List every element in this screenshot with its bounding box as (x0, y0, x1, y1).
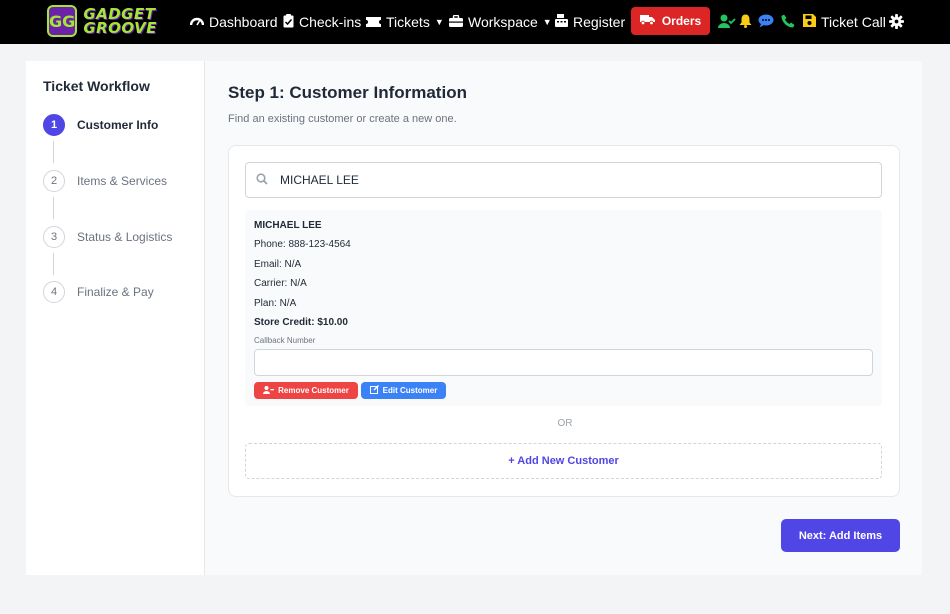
page-subtitle: Find an existing customer or create a ne… (228, 113, 457, 125)
customer-carrier: Carrier: N/A (254, 278, 307, 289)
customer-name: MICHAEL LEE (254, 220, 322, 231)
remove-customer-label: Remove Customer (278, 386, 349, 395)
step-label: Finalize & Pay (77, 285, 154, 299)
edit-customer-button[interactable]: Edit Customer (361, 382, 446, 399)
sidebar-title: Ticket Workflow (43, 78, 150, 94)
logo-line-2: GROOVE (83, 19, 157, 37)
step-label: Items & Services (77, 174, 168, 188)
step-connector (53, 197, 54, 219)
user-minus-icon (263, 385, 275, 396)
truck-icon (639, 14, 655, 28)
nav-workspace[interactable]: Workspace ▼ (449, 0, 552, 44)
gauge-icon (189, 15, 205, 30)
remove-customer-button[interactable]: Remove Customer (254, 382, 358, 399)
chevron-down-icon: ▼ (434, 17, 444, 27)
nav-check-ins[interactable]: Check-ins (283, 0, 361, 44)
toolbox-icon (449, 14, 463, 30)
workflow-step-status-logistics[interactable]: 3 Status & Logistics (43, 226, 172, 248)
orders-label: Orders (661, 14, 702, 28)
bell-icon[interactable] (738, 12, 752, 30)
customer-plan: Plan: N/A (254, 298, 297, 309)
step-number: 3 (43, 226, 65, 248)
step-label: Status & Logistics (77, 230, 173, 244)
workflow-sidebar: Ticket Workflow 1 Customer Info 2 Items … (26, 61, 205, 575)
customer-search-box[interactable] (245, 162, 882, 198)
search-icon (256, 172, 268, 188)
user-check-icon[interactable] (718, 12, 736, 30)
workflow-step-items-services[interactable]: 2 Items & Services (43, 170, 167, 192)
selected-customer-card: MICHAEL LEE Phone: 888-123-4564 Email: N… (245, 210, 882, 406)
nav-check-ins-label: Check-ins (299, 14, 362, 30)
callback-number-label: Callback Number (254, 336, 316, 345)
brand-logo[interactable]: GG GADGET GROOVE (47, 4, 157, 38)
orders-button[interactable]: Orders (631, 7, 710, 35)
customer-store-credit: Store Credit: $10.00 (254, 317, 348, 328)
step-number: 4 (43, 281, 65, 303)
nav-workspace-label: Workspace (468, 14, 538, 30)
customer-search-input[interactable] (280, 173, 860, 187)
step-number: 1 (43, 114, 65, 136)
page-title: Step 1: Customer Information (228, 83, 467, 102)
nav-tickets-label: Tickets (386, 14, 430, 30)
ticket-call-button[interactable]: Ticket Call (803, 0, 886, 44)
top-nav-bar: GG GADGET GROOVE Dashboard Check-ins Tic… (0, 0, 950, 44)
workflow-step-customer-info[interactable]: 1 Customer Info (43, 114, 158, 136)
edit-customer-label: Edit Customer (382, 386, 438, 395)
logo-mark-icon: GG (47, 5, 78, 37)
cash-register-icon (555, 14, 568, 30)
add-new-customer-button[interactable]: + Add New Customer (245, 443, 882, 479)
nav-register-label: Register (573, 14, 626, 30)
step-connector (53, 141, 54, 163)
ticket-workflow-card: Ticket Workflow 1 Customer Info 2 Items … (26, 61, 922, 575)
customer-panel: MICHAEL LEE Phone: 888-123-4564 Email: N… (228, 145, 900, 497)
nav-register[interactable]: Register (555, 0, 625, 44)
customer-email: Email: N/A (254, 259, 302, 270)
nav-dashboard[interactable]: Dashboard (189, 0, 278, 44)
logo-text: GADGET GROOVE (83, 7, 157, 37)
customer-phone: Phone: 888-123-4564 (254, 239, 351, 250)
nav-tickets[interactable]: Tickets ▼ (366, 0, 444, 44)
callback-number-input[interactable] (254, 349, 873, 376)
ticket-call-label: Ticket Call (821, 14, 886, 30)
step-content: Step 1: Customer Information Find an exi… (205, 61, 922, 575)
phone-icon[interactable] (781, 12, 795, 30)
gear-icon[interactable] (888, 12, 904, 30)
workflow-step-finalize-pay[interactable]: 4 Finalize & Pay (43, 281, 154, 303)
next-add-items-button[interactable]: Next: Add Items (781, 519, 900, 552)
chevron-down-icon: ▼ (542, 17, 552, 27)
step-connector (53, 253, 54, 275)
or-divider: OR (557, 418, 573, 429)
step-number: 2 (43, 170, 65, 192)
clipboard-check-icon (283, 13, 294, 31)
step-label: Customer Info (77, 118, 159, 132)
chat-icon[interactable] (758, 12, 774, 30)
edit-icon (369, 385, 379, 396)
ticket-icon (366, 15, 381, 30)
nav-dashboard-label: Dashboard (209, 14, 278, 30)
save-icon (803, 14, 816, 30)
